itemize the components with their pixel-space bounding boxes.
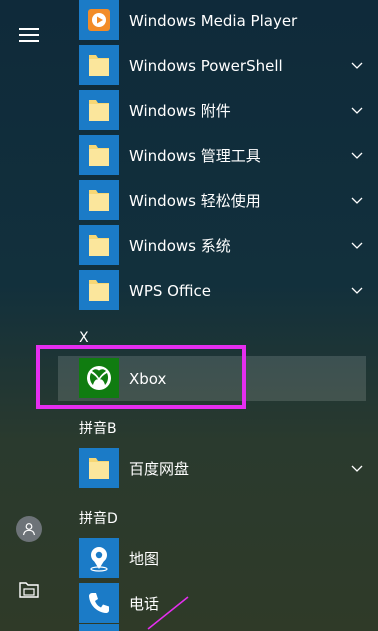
folder-icon: [79, 180, 119, 220]
arrow-annotation-icon: [147, 596, 189, 630]
documents-button[interactable]: [12, 572, 46, 606]
chevron-down-icon[interactable]: [350, 148, 364, 162]
app-item-windows-ease-of-access[interactable]: Windows 轻松使用: [58, 178, 378, 223]
highlight-annotation-box: [36, 345, 246, 409]
folder-icon: [79, 135, 119, 175]
app-label: Windows 附件: [129, 102, 231, 120]
user-icon: [16, 516, 42, 542]
folder-icon: [79, 90, 119, 130]
app-label: Windows Media Player: [129, 11, 298, 30]
folder-icon: [79, 225, 119, 265]
folder-icon: [19, 582, 39, 598]
app-item-maps[interactable]: 地图: [58, 536, 378, 581]
group-header-d[interactable]: 拼音D: [79, 508, 118, 528]
folder-icon: [79, 448, 119, 488]
phone-icon: [79, 583, 119, 623]
next-app-tile-partial: [79, 624, 119, 631]
app-item-windows-system[interactable]: Windows 系统: [58, 223, 378, 268]
chevron-down-icon[interactable]: [350, 461, 364, 475]
app-list: Windows Media Player Windows PowerShell …: [58, 0, 378, 631]
app-label: 地图: [129, 550, 160, 568]
app-item-windows-media-player[interactable]: Windows Media Player: [58, 0, 378, 43]
app-item-windows-powershell[interactable]: Windows PowerShell: [58, 43, 378, 88]
chevron-down-icon[interactable]: [350, 283, 364, 297]
user-account-button[interactable]: [12, 512, 46, 546]
group-header-b[interactable]: 拼音B: [79, 418, 117, 438]
hamburger-menu-button[interactable]: [12, 18, 46, 52]
app-label: Windows 管理工具: [129, 147, 261, 165]
app-item-windows-admin-tools[interactable]: Windows 管理工具: [58, 133, 378, 178]
app-item-phone[interactable]: 电话: [58, 581, 378, 626]
app-label: Windows 轻松使用: [129, 192, 261, 210]
chevron-down-icon[interactable]: [350, 103, 364, 117]
chevron-down-icon[interactable]: [350, 193, 364, 207]
app-label: Windows 系统: [129, 237, 231, 255]
app-item-baidu-netdisk[interactable]: 百度网盘: [58, 446, 378, 491]
chevron-down-icon[interactable]: [350, 238, 364, 252]
folder-icon: [79, 45, 119, 85]
app-label: 百度网盘: [129, 460, 190, 478]
app-label: Windows PowerShell: [129, 56, 283, 75]
map-pin-icon: [79, 538, 119, 578]
folder-icon: [79, 270, 119, 310]
app-label: WPS Office: [129, 281, 211, 300]
hamburger-icon: [19, 28, 39, 42]
start-rail: [0, 0, 58, 631]
app-item-wps-office[interactable]: WPS Office: [58, 268, 378, 313]
app-item-windows-accessories[interactable]: Windows 附件: [58, 88, 378, 133]
media-player-icon: [79, 0, 119, 40]
chevron-down-icon[interactable]: [350, 58, 364, 72]
